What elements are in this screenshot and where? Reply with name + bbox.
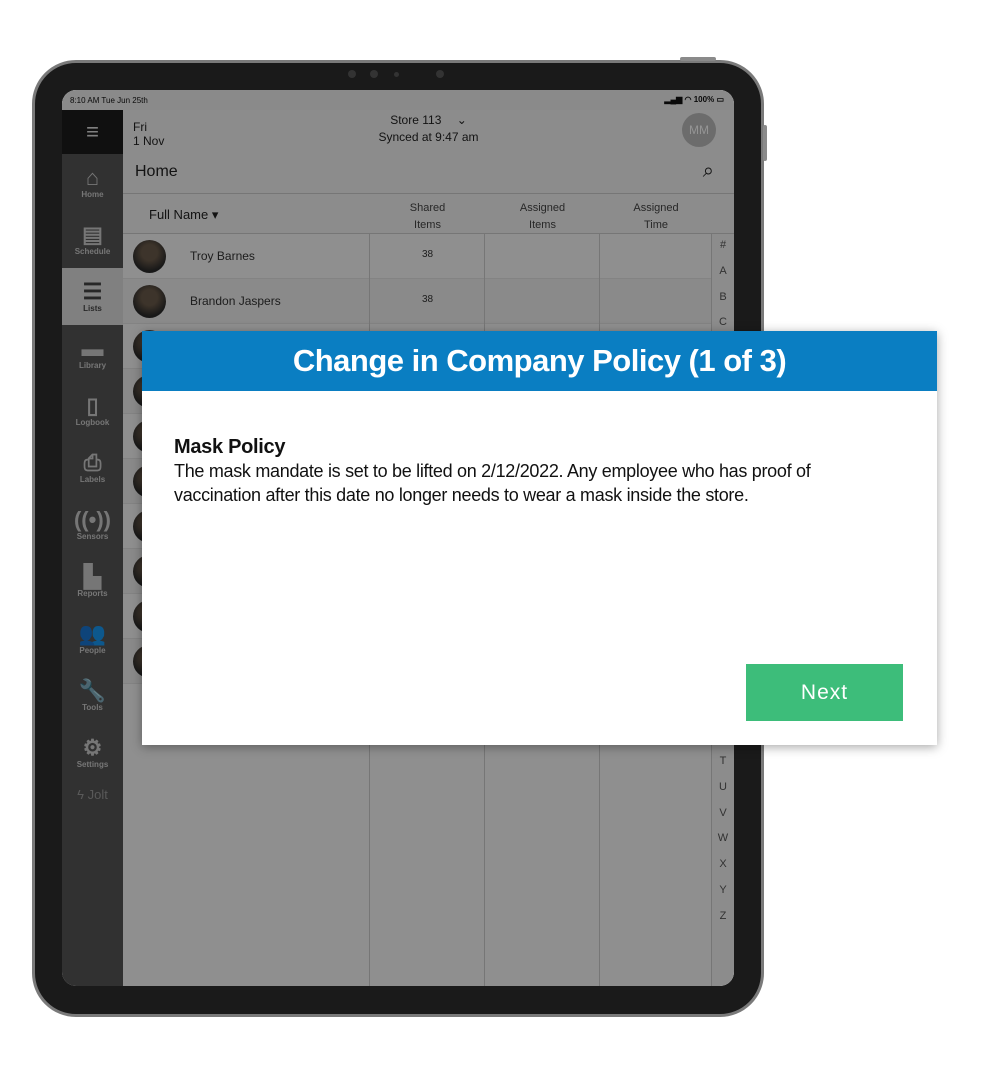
camera: [436, 70, 444, 78]
camera: [348, 70, 356, 78]
policy-dialog: Change in Company Policy (1 of 3) Mask P…: [142, 331, 937, 745]
camera: [370, 70, 378, 78]
sensor: [394, 72, 399, 77]
policy-body: The mask mandate is set to be lifted on …: [174, 461, 811, 505]
dialog-title: Change in Company Policy (1 of 3): [142, 331, 937, 391]
tablet-top-button: [680, 57, 716, 61]
next-button[interactable]: Next: [746, 664, 903, 721]
policy-heading: Mask Policy: [174, 436, 286, 458]
tablet-side-button: [763, 125, 767, 161]
